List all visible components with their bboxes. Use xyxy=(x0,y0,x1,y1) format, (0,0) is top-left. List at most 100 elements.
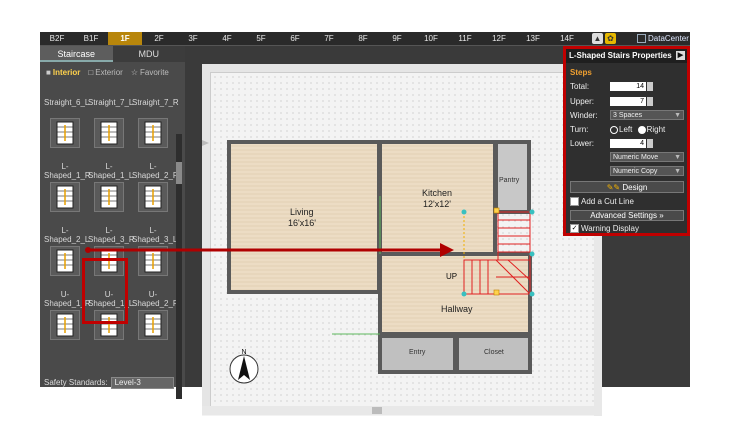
stair-item[interactable]: L-Shaped_2_L xyxy=(44,226,90,276)
numeric-move-label: Numeric Move xyxy=(613,154,659,161)
floor-tab-7f[interactable]: 7F xyxy=(312,32,346,45)
turn-options: Left Right xyxy=(610,125,665,134)
floor-tab-1f[interactable]: 1F xyxy=(108,32,142,45)
canvas-hscrollbar[interactable] xyxy=(202,406,594,415)
steps-header: Steps xyxy=(570,68,592,77)
building-icon[interactable]: ▲ xyxy=(592,33,603,44)
floor-tab-11f[interactable]: 11F xyxy=(448,32,482,45)
warning-label: Warning Display xyxy=(581,224,639,233)
floor-plan: N xyxy=(202,73,602,406)
chevron-double-down-icon: » xyxy=(659,211,664,220)
advanced-settings-button[interactable]: Advanced Settings » xyxy=(570,210,684,221)
room-hallway-label: Hallway xyxy=(441,304,473,314)
stair-item[interactable]: Straight_6_L xyxy=(44,98,89,148)
floor-tools: ▲ ✿ xyxy=(592,33,616,44)
winder-label: Winder: xyxy=(570,111,598,120)
stair-thumbnail-icon xyxy=(138,118,168,148)
category-exterior[interactable]: □ Exterior xyxy=(88,68,122,77)
floor-tab-9f[interactable]: 9F xyxy=(380,32,414,45)
radio-icon xyxy=(637,125,646,134)
category-interior[interactable]: ■ Interior xyxy=(46,68,80,77)
stair-thumbnail-icon xyxy=(50,182,80,212)
stair-item[interactable]: L-Shaped_2_R xyxy=(132,162,179,212)
properties-title: L-Shaped Stairs Properties ▶ xyxy=(566,49,687,63)
stair-thumbnail-icon xyxy=(138,246,168,276)
stair-item[interactable]: L-Shaped_1_R xyxy=(44,162,91,212)
room-kitchen xyxy=(378,140,497,256)
datacenter-button[interactable]: DataCenter xyxy=(637,32,689,45)
stair-item[interactable]: Straight_7_L xyxy=(88,98,134,148)
stair-item[interactable]: U-Shaped_1_R xyxy=(44,290,91,340)
room-living-size: 16'x16' xyxy=(288,218,316,228)
numeric-move-select[interactable]: Numeric Move ▼ xyxy=(610,152,684,162)
turn-left-label: Left xyxy=(619,125,633,134)
winder-value: 3 Spaces xyxy=(613,112,643,119)
drawing-canvas[interactable]: N Living 16'x16' Kitchen 12'x12' Pantry … xyxy=(202,64,602,416)
stair-thumbnail-icon xyxy=(94,182,124,212)
stair-item[interactable]: L-Shaped_1_L xyxy=(88,162,134,212)
floor-tab-2f[interactable]: 2F xyxy=(142,32,176,45)
canvas-hscroll-thumb[interactable] xyxy=(372,407,382,414)
chevron-down-icon: ▼ xyxy=(674,154,681,161)
floor-tab-3f[interactable]: 3F xyxy=(176,32,210,45)
stair-item-label: U-Shaped_1_R xyxy=(44,290,91,308)
stair-item-label: L-Shaped_2_L xyxy=(44,226,90,244)
total-label: Total: xyxy=(570,82,590,91)
floor-tab-10f[interactable]: 10F xyxy=(414,32,448,45)
left-tabs: Staircase MDU xyxy=(40,46,185,62)
numeric-copy-select[interactable]: Numeric Copy ▼ xyxy=(610,166,684,176)
room-closet-label: Closet xyxy=(484,349,504,356)
stair-item-label: L-Shaped_1_L xyxy=(88,162,134,180)
floor-tab-6f[interactable]: 6F xyxy=(278,32,312,45)
folder-icon: ■ xyxy=(46,68,51,77)
stair-item[interactable]: L-Shaped_3_L xyxy=(132,226,177,276)
turn-label: Turn: xyxy=(570,125,589,134)
stair-item-label: Straight_7_L xyxy=(88,98,134,107)
floor-tab-14f[interactable]: 14F xyxy=(550,32,584,45)
warning-display-option[interactable]: ✓ Warning Display xyxy=(570,224,639,234)
stair-item[interactable]: Straight_7_R xyxy=(132,98,179,148)
safety-select[interactable]: Level-3 xyxy=(110,377,174,389)
stair-item[interactable]: U-Shaped_2_R xyxy=(132,290,179,340)
collapse-icon[interactable]: ▶ xyxy=(676,51,685,60)
upper-spinner[interactable] xyxy=(647,97,653,106)
floor-tab-8f[interactable]: 8F xyxy=(346,32,380,45)
floor-tab-b2f[interactable]: B2F xyxy=(40,32,74,45)
upper-input[interactable]: 7 xyxy=(610,97,646,106)
star-icon: ☆ xyxy=(130,68,138,77)
room-pantry-label: Pantry xyxy=(499,177,520,184)
design-label: Design xyxy=(622,183,648,192)
stair-thumbnail-icon xyxy=(94,118,124,148)
design-button[interactable]: ✎✎ Design xyxy=(570,181,684,193)
left-scrollbar-thumb[interactable] xyxy=(176,162,182,184)
floor-tab-12f[interactable]: 12F xyxy=(482,32,516,45)
stair-thumbnail-icon xyxy=(50,246,80,276)
floor-tab-13f[interactable]: 13F xyxy=(516,32,550,45)
stair-thumbnail-icon xyxy=(50,118,80,148)
floor-tab-5f[interactable]: 5F xyxy=(244,32,278,45)
room-kitchen-label: Kitchen xyxy=(422,188,453,198)
checked-checkbox-icon: ✓ xyxy=(570,224,579,234)
winder-select[interactable]: 3 Spaces ▼ xyxy=(610,110,684,120)
lower-spinner[interactable] xyxy=(647,139,653,148)
floor-tab-4f[interactable]: 4F xyxy=(210,32,244,45)
total-spinner[interactable] xyxy=(647,82,653,91)
cut-line-option[interactable]: Add a Cut Line xyxy=(570,197,634,207)
turn-right-label: Right xyxy=(646,125,666,134)
gear-icon[interactable]: ✿ xyxy=(605,33,616,44)
tab-staircase[interactable]: Staircase xyxy=(40,46,113,62)
floor-tab-b1f[interactable]: B1F xyxy=(74,32,108,45)
room-living xyxy=(227,140,381,294)
checkbox-icon xyxy=(570,197,579,207)
category-filters: ■ Interior □ Exterior ☆ Favorite xyxy=(40,62,185,80)
turn-right-radio[interactable]: Right xyxy=(637,125,666,134)
left-scrollbar[interactable] xyxy=(176,134,182,399)
safety-label: Safety Standards: xyxy=(44,378,108,387)
lower-input[interactable]: 4 xyxy=(610,139,646,148)
tab-mdu[interactable]: MDU xyxy=(112,46,185,62)
turn-left-radio[interactable]: Left xyxy=(610,125,632,134)
svg-text:N: N xyxy=(241,349,246,356)
datacenter-icon xyxy=(637,34,646,44)
category-favorite[interactable]: ☆ Favorite xyxy=(131,68,169,77)
total-input[interactable]: 14 xyxy=(610,82,646,91)
